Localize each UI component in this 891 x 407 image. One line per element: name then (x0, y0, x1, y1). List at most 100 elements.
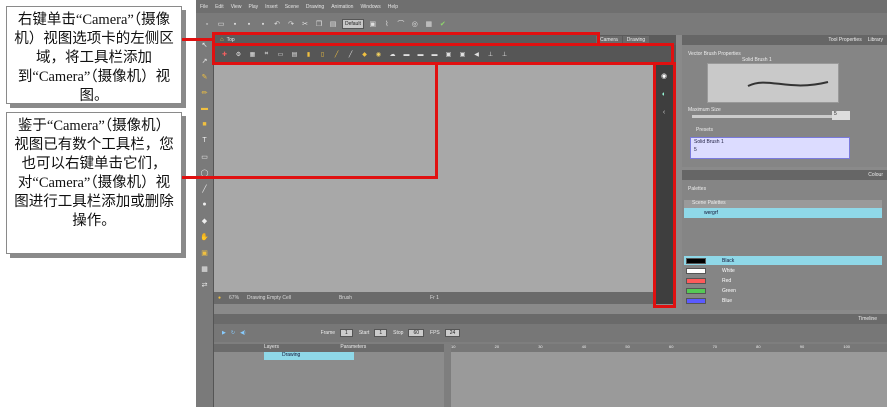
layers-header-label: Layers (264, 344, 280, 350)
swatch-chip (686, 287, 706, 294)
vector-brush-section: Vector Brush Properties (688, 51, 741, 57)
current-frame: Fr 1 (430, 295, 439, 301)
connector-line-mid-v (435, 63, 438, 179)
layer-row-drawing[interactable]: Drawing (264, 352, 354, 360)
game-icon[interactable]: ◎ (410, 19, 420, 29)
presets-list[interactable]: Solid Brush 1 5 (690, 137, 850, 159)
swatch-red[interactable]: Red (684, 276, 882, 285)
callout-add-toolbar: 右键单击“Camera”（摄像机）视图选项卡的左侧区域，将工具栏添加到“Came… (6, 6, 182, 104)
text-tool-icon[interactable]: T (199, 135, 210, 146)
tab-library[interactable]: Library (868, 37, 883, 43)
swatch-chip (686, 257, 706, 264)
import-icon[interactable]: ▪ (258, 19, 268, 29)
swatch-white[interactable]: White (684, 266, 882, 275)
status-message: Drawing Empty Cell (247, 295, 291, 301)
play-icon[interactable]: ▶ (222, 330, 226, 336)
ruler-tick: 90 (799, 344, 805, 349)
stamp-tool-icon[interactable]: ■ (199, 119, 210, 130)
connector-line-top (182, 38, 213, 41)
playback-controls: ▶ ↻ ◀) Frame 1 Start 1 Stop 60 FPS 24 (214, 324, 887, 342)
swatch-green[interactable]: Green (684, 286, 882, 295)
fps-field[interactable]: 24 (444, 329, 461, 337)
swatch-label: Green (722, 287, 736, 294)
paint-tool-icon[interactable]: ● (199, 199, 210, 210)
start-label: Start (358, 330, 370, 336)
current-tool: Brush (338, 295, 353, 301)
tools-toolbar: ↖ ↗ ✎ ✏ ▬ ■ T ▭ ◯ ╱ ● ◆ ✋ ▣ ▦ ⇄ (196, 35, 214, 407)
save-icon[interactable]: ▪ (230, 19, 240, 29)
zoom-tool-icon[interactable]: ▦ (199, 263, 210, 274)
cut-icon[interactable]: ✂ (300, 19, 310, 29)
swatch-blue[interactable]: Blue (684, 296, 882, 305)
swatch-chip (686, 267, 706, 274)
save-as-icon[interactable]: ▪ (244, 19, 254, 29)
workspace-manager-icon[interactable]: ▣ (368, 19, 378, 29)
loop-icon[interactable]: ↻ (231, 330, 235, 336)
menu-file[interactable]: File (200, 4, 208, 10)
swatch-list: Black White Red Green Blue (684, 256, 882, 306)
tab-timeline[interactable]: Timeline (858, 316, 877, 322)
ruler-tick: 30 (538, 344, 543, 349)
swatch-chip (686, 277, 706, 284)
contour-editor-icon[interactable]: ↗ (199, 55, 210, 66)
bone-tool-icon[interactable]: ⇄ (199, 279, 210, 290)
stop-field[interactable]: 60 (408, 329, 425, 337)
tab-colour[interactable]: Colour (868, 172, 883, 178)
preset-item[interactable]: Solid Brush 1 (691, 138, 849, 146)
callout-existing-toolbars: 鉴于“Camera”（摄像机）视图已有数个工具栏，您也可以右键单击它们，对“Ca… (6, 112, 182, 254)
max-size-slider[interactable] (692, 115, 832, 118)
frame-field[interactable]: 1 (340, 329, 353, 337)
menu-animation[interactable]: Animation (331, 4, 353, 10)
frames-grid[interactable]: 10 20 30 40 50 60 70 80 90 100 (451, 344, 887, 407)
pencil-tool-icon[interactable]: ✏ (199, 87, 210, 98)
workspace-dropdown[interactable]: Default (342, 19, 364, 29)
transform-tool-icon[interactable]: ▣ (199, 247, 210, 258)
menu-insert[interactable]: Insert (265, 4, 278, 10)
menu-edit[interactable]: Edit (215, 4, 224, 10)
menu-windows[interactable]: Windows (360, 4, 380, 10)
grid-icon[interactable]: ▦ (424, 19, 434, 29)
colour-tab-bar: Colour (682, 170, 887, 180)
light-icon[interactable]: ● (218, 295, 221, 301)
view-status-bar: ● 67% Drawing Empty Cell Brush Fr 1 (214, 292, 654, 304)
script-icon[interactable]: ✔ (438, 19, 448, 29)
swatch-label: Black (722, 257, 735, 264)
menu-play[interactable]: Play (248, 4, 258, 10)
open-scene-icon[interactable]: ▭ (216, 19, 226, 29)
hand-tool-icon[interactable]: ✋ (199, 231, 210, 242)
fps-label: FPS (430, 330, 440, 336)
bone-icon[interactable]: ⌒ (396, 19, 406, 29)
tab-tool-properties[interactable]: Tool Properties (828, 37, 861, 43)
dropper-tool-icon[interactable]: ◆ (199, 215, 210, 226)
ruler-tick: 100 (843, 344, 851, 349)
brush-tool-icon[interactable]: ✎ (199, 71, 210, 82)
swatch-label: Red (722, 277, 732, 284)
undo-icon[interactable]: ↶ (272, 19, 282, 29)
brush-preview[interactable] (707, 63, 839, 103)
copy-icon[interactable]: ❐ (314, 19, 324, 29)
shape-tool-icon[interactable]: ▭ (199, 151, 210, 162)
swatch-label: White (722, 267, 735, 274)
paste-icon[interactable]: ▤ (328, 19, 338, 29)
timeline-panel: Timeline ▶ ↻ ◀) Frame 1 Start 1 Stop 60 … (214, 314, 887, 407)
swatch-black[interactable]: Black (684, 256, 882, 265)
sound-icon[interactable]: ◀) (240, 330, 246, 336)
palettes-label: Palettes (688, 186, 707, 192)
line-tool-icon[interactable]: ╱ (199, 183, 210, 194)
max-size-value[interactable]: 5 (832, 111, 850, 120)
redo-icon[interactable]: ↷ (286, 19, 296, 29)
menu-scene[interactable]: Scene (285, 4, 299, 10)
deformer-icon[interactable]: ⌇ (382, 19, 392, 29)
zoom-level[interactable]: 67% (229, 295, 239, 301)
scene-palettes-header: Scene Palettes (684, 200, 882, 208)
menu-view[interactable]: View (231, 4, 242, 10)
frame-ruler: 10 20 30 40 50 60 70 80 90 100 (451, 344, 887, 352)
palette-item[interactable]: wergrf (684, 208, 882, 218)
menu-drawing[interactable]: Drawing (306, 4, 324, 10)
menu-help[interactable]: Help (388, 4, 398, 10)
new-scene-icon[interactable]: ▫ (202, 19, 212, 29)
eraser-tool-icon[interactable]: ▬ (199, 103, 210, 114)
tool-properties-tabs: Tool Properties Library (682, 35, 887, 45)
preset-size: 5 (694, 147, 697, 153)
start-field[interactable]: 1 (374, 329, 388, 337)
